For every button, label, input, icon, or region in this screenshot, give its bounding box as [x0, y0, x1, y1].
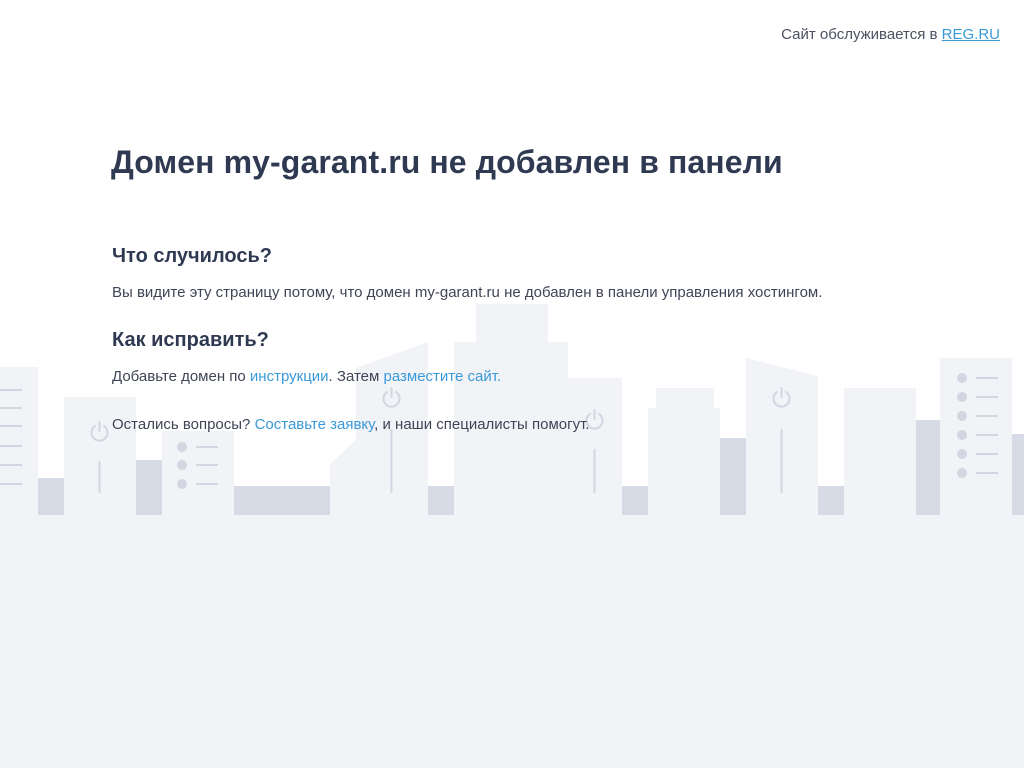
questions-text-2: , и наши специалисты помогут.	[374, 416, 590, 433]
instructions-link[interactable]: инструкции	[250, 368, 329, 385]
page-title: Домен my-garant.ru не добавлен в панели	[111, 144, 783, 180]
what-happened-heading: Что случилось?	[112, 245, 272, 267]
submit-request-link[interactable]: Составьте заявку	[255, 416, 375, 433]
questions-text-1: Остались вопросы?	[112, 416, 255, 433]
regru-link[interactable]: REG.RU	[942, 26, 1000, 43]
questions-text: Остались вопросы? Составьте заявку, и на…	[112, 416, 589, 433]
hosting-notice-text: Сайт обслуживается в	[781, 26, 938, 43]
how-to-fix-heading: Как исправить?	[112, 329, 269, 351]
how-text-2: . Затем	[328, 368, 384, 385]
hosting-notice: Сайт обслуживается в REG.RU	[781, 26, 1000, 43]
what-happened-text: Вы видите эту страницу потому, что домен…	[112, 284, 823, 301]
page: Сайт обслуживается в REG.RU Домен my-gar…	[0, 0, 1024, 768]
how-to-fix-text: Добавьте домен по инструкции. Затем разм…	[112, 368, 501, 385]
host-site-link[interactable]: разместите сайт.	[383, 368, 501, 385]
how-text-1: Добавьте домен по	[112, 368, 250, 385]
